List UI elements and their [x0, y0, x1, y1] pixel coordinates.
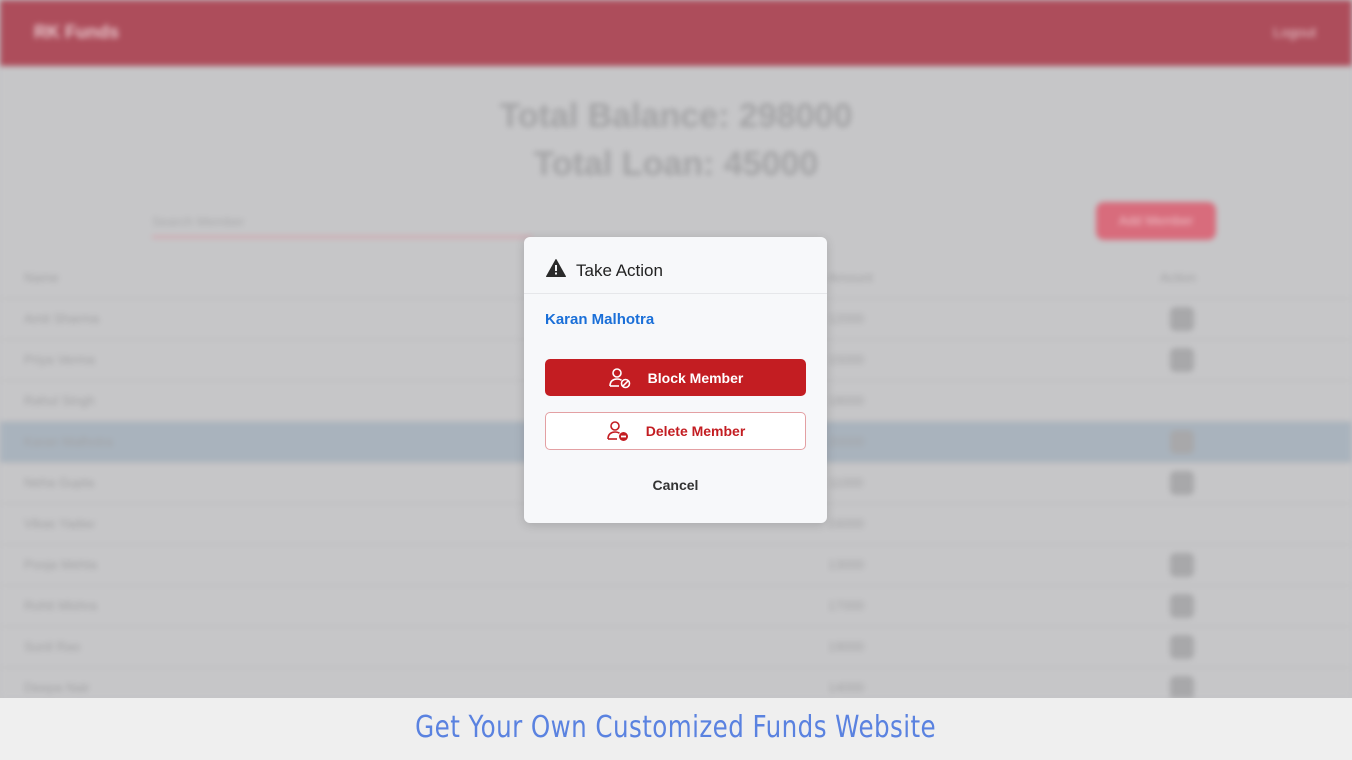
row-action-button[interactable] — [1170, 676, 1194, 698]
table-row[interactable]: Rohit Mishra 17000 — [0, 586, 1352, 627]
brand-logo[interactable]: RK Funds — [34, 22, 119, 43]
promo-banner[interactable]: Get Your Own Customized Funds Website — [0, 698, 1352, 760]
row-amount: 18000 — [828, 393, 865, 408]
table-row[interactable]: Pooja Mehta 13000 — [0, 545, 1352, 586]
row-name: Deepa Nair — [24, 680, 90, 695]
cancel-button[interactable]: Cancel — [524, 477, 827, 493]
total-balance: Total Balance: 298000 — [499, 97, 853, 135]
modal-header: Take Action — [524, 237, 827, 294]
row-name: Priya Verma — [24, 352, 95, 367]
row-action-button[interactable] — [1170, 594, 1194, 618]
top-navbar: RK Funds Logout — [0, 0, 1352, 66]
row-action-button[interactable] — [1170, 635, 1194, 659]
row-action-button[interactable] — [1170, 430, 1194, 454]
table-row[interactable]: Sunil Rao 19000 — [0, 627, 1352, 668]
row-action-button[interactable] — [1170, 553, 1194, 577]
row-amount: 11000 — [828, 475, 864, 490]
block-member-button[interactable]: Block Member — [545, 359, 806, 396]
row-action-button[interactable] — [1170, 348, 1194, 372]
row-name: Rahul Singh — [24, 393, 95, 408]
row-name: Karan Malhotra — [24, 434, 113, 449]
take-action-modal: Take Action Karan Malhotra Block Member … — [524, 237, 827, 523]
delete-member-button[interactable]: Delete Member — [545, 412, 806, 450]
user-remove-icon — [606, 421, 628, 441]
row-name: Neha Gupta — [24, 475, 95, 490]
header-name: Name — [24, 270, 59, 285]
header-action: Action — [1160, 270, 1197, 285]
row-amount: 17000 — [828, 598, 865, 613]
add-member-button[interactable]: Add Member — [1096, 202, 1216, 240]
row-name: Rohit Mishra — [24, 598, 97, 613]
summary-totals: Total Balance: 298000 Total Loan: 45000 — [0, 92, 1352, 188]
user-block-icon — [608, 367, 630, 388]
delete-member-label: Delete Member — [645, 423, 746, 439]
row-name: Vikas Yadav — [24, 516, 95, 531]
search-input[interactable]: Search Member — [152, 208, 532, 238]
row-amount: 16000 — [828, 516, 865, 531]
row-name: Pooja Mehta — [24, 557, 97, 572]
warning-icon — [546, 259, 566, 277]
member-name: Karan Malhotra — [545, 311, 655, 328]
logout-link[interactable]: Logout — [1273, 24, 1316, 40]
header-amount: Amount — [828, 270, 873, 285]
row-amount: 13000 — [828, 557, 865, 572]
row-amount: 14000 — [828, 680, 865, 695]
row-amount: 20000 — [828, 434, 865, 449]
row-name: Sunil Rao — [24, 639, 81, 654]
block-member-label: Block Member — [647, 369, 744, 386]
banner-text: Get Your Own Customized Funds Website — [415, 710, 937, 745]
row-action-button[interactable] — [1170, 307, 1194, 331]
table-row[interactable]: Deepa Nair 14000 — [0, 668, 1352, 698]
total-loan: Total Loan: 45000 — [533, 145, 819, 183]
modal-title: Take Action — [576, 261, 663, 280]
row-amount: 15000 — [828, 352, 865, 367]
row-amount: 12000 — [828, 311, 865, 326]
row-action-button[interactable] — [1170, 471, 1194, 495]
row-name: Amit Sharma — [24, 311, 100, 326]
row-amount: 19000 — [828, 639, 865, 654]
